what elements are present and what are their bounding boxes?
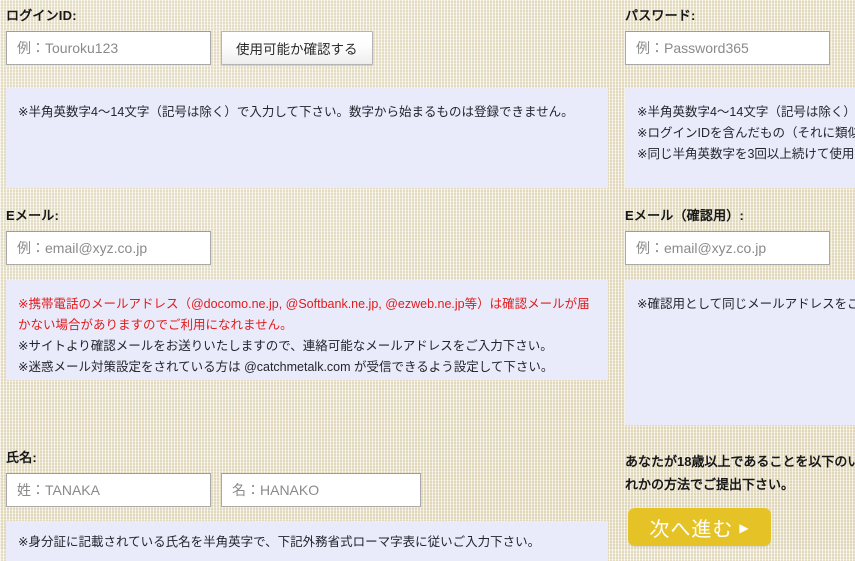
name-hint-box: ※身分証に記載されている氏名を半角英字で、下記外務省式ローマ字表に従いご入力下さ…: [6, 521, 608, 561]
age-confirmation-text: あなたが18歳以上であることを以下のいずれかの方法でご提出下さい。: [625, 454, 855, 492]
email-confirm-hint-line: ※確認用として同じメールアドレスをご入力下さい。: [637, 297, 855, 311]
password-hint-line-3: ※同じ半角英数字を3回以上続けて使用したものは登録できません。: [637, 147, 855, 161]
password-hint-line-2: ※ログインIDを含んだもの（それに類似したもの）は登録できません。: [637, 126, 855, 140]
password-label: パスワード:: [625, 8, 696, 23]
email-field-block: Eメール:: [6, 208, 606, 265]
email-confirm-input-row: [625, 231, 855, 265]
registration-form: ログインID: 使用可能か確認する ※半角英数字4〜14文字（記号は除く）で入力…: [0, 0, 855, 561]
password-hint-box: ※半角英数字4〜14文字（記号は除く）で入力して下さい。 ※ログインIDを含んだ…: [625, 88, 855, 188]
email-hint-line-1: ※携帯電話のメールアドレス（@docomo.ne.jp, @Softbank.n…: [18, 297, 590, 332]
last-name-input[interactable]: [6, 473, 211, 507]
email-hint-box: ※携帯電話のメールアドレス（@docomo.ne.jp, @Softbank.n…: [6, 280, 608, 380]
login-id-input[interactable]: [6, 31, 211, 65]
login-id-label: ログインID:: [6, 8, 77, 23]
login-id-hint-line: ※半角英数字4〜14文字（記号は除く）で入力して下さい。数字から始まるものは登録…: [18, 105, 574, 119]
email-input[interactable]: [6, 231, 211, 265]
name-input-row: [6, 473, 606, 507]
email-input-row: [6, 231, 606, 265]
next-step-button[interactable]: 次へ進む ▶: [628, 508, 771, 546]
login-id-hint-box: ※半角英数字4〜14文字（記号は除く）で入力して下さい。数字から始まるものは登録…: [6, 88, 608, 188]
password-input[interactable]: [625, 31, 830, 65]
first-name-input[interactable]: [221, 473, 421, 507]
email-label: Eメール:: [6, 208, 60, 223]
email-confirm-label: Eメール（確認用）:: [625, 208, 745, 223]
password-field-block: パスワード:: [625, 8, 855, 65]
name-field-block: 氏名:: [6, 450, 606, 507]
next-step-button-label: 次へ進む: [649, 518, 734, 541]
email-confirm-field-block: Eメール（確認用）:: [625, 208, 855, 265]
arrow-right-icon: ▶: [739, 521, 750, 535]
login-id-availability-check-button[interactable]: 使用可能か確認する: [221, 31, 373, 65]
name-label: 氏名:: [6, 450, 37, 465]
email-confirm-hint-box: ※確認用として同じメールアドレスをご入力下さい。: [625, 280, 855, 425]
password-hint-line-1: ※半角英数字4〜14文字（記号は除く）で入力して下さい。: [637, 105, 855, 119]
login-id-field-block: ログインID: 使用可能か確認する: [6, 8, 606, 65]
email-hint-line-2: ※サイトより確認メールをお送りいたしますので、連絡可能なメールアドレスをご入力下…: [18, 339, 553, 353]
email-hint-line-3: ※迷惑メール対策設定をされている方は @catchmetalk.com が受信で…: [18, 360, 554, 374]
password-input-row: [625, 31, 855, 65]
email-confirm-input[interactable]: [625, 231, 830, 265]
login-id-input-row: 使用可能か確認する: [6, 31, 606, 65]
